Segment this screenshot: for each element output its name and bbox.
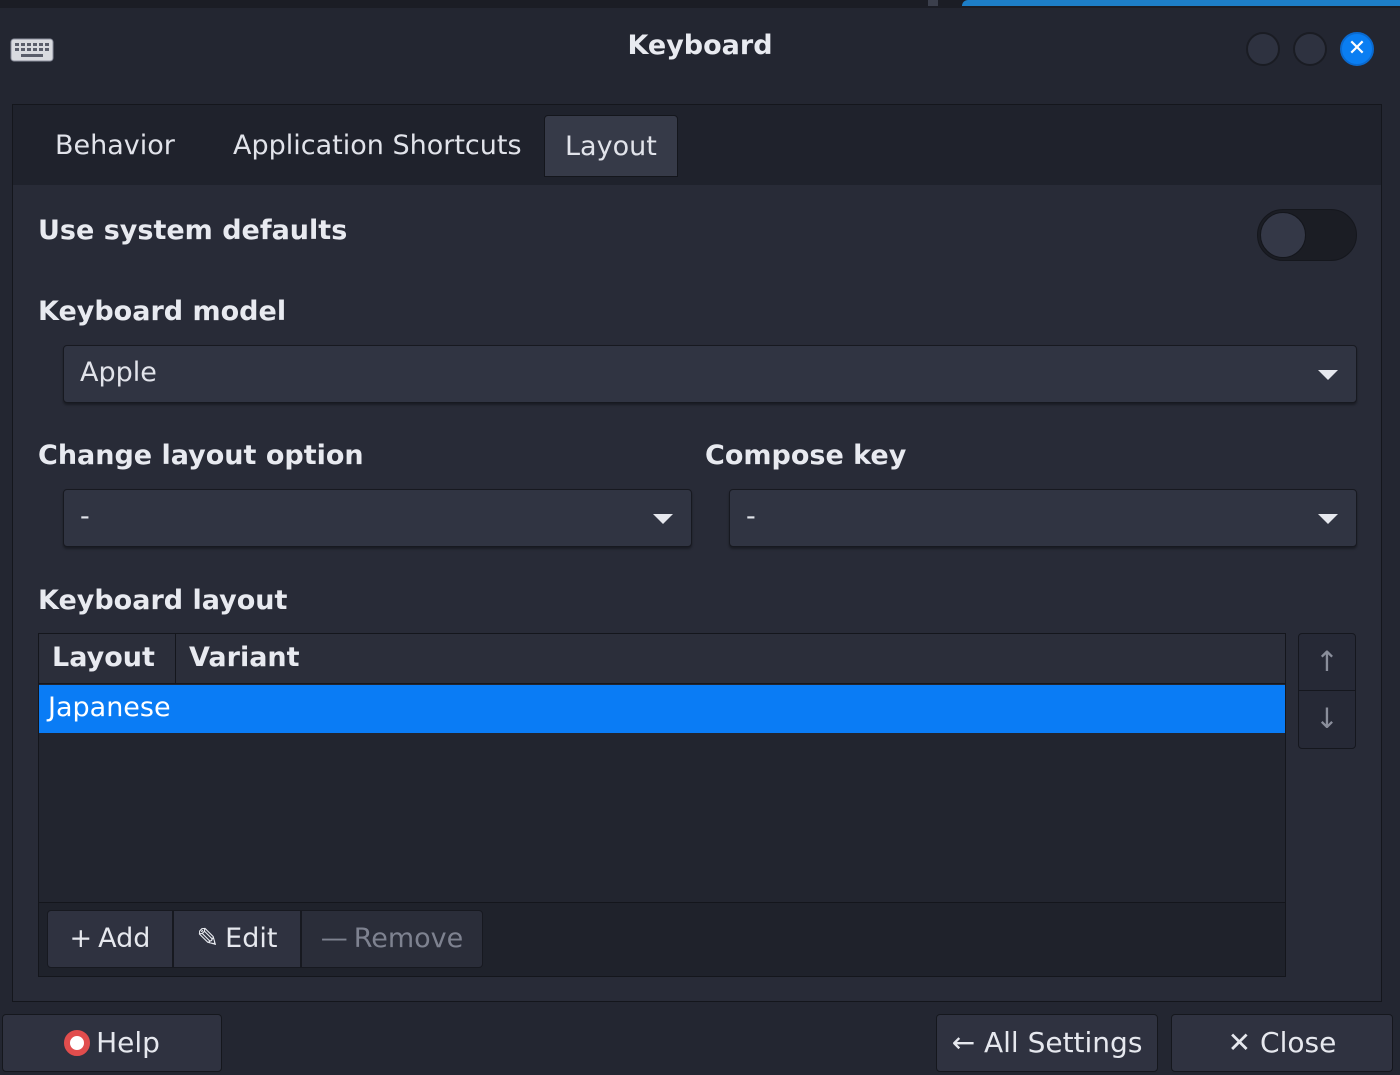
edit-label: Edit [225, 923, 278, 954]
pencil-icon: ✎ [196, 923, 220, 954]
window-close-button[interactable]: ✕ [1340, 32, 1374, 66]
keyboard-layout-list: Layout Variant Japanese + Add ✎ Edit — Remo… [38, 633, 1286, 977]
help-label: Help [96, 1026, 160, 1059]
settings-notebook: Behavior Application Shortcuts Layout Us… [12, 104, 1382, 1002]
close-button[interactable]: ✕ Close [1171, 1014, 1393, 1072]
window-title: Keyboard [627, 30, 773, 61]
panel-marker [928, 0, 938, 6]
maximize-button[interactable] [1293, 32, 1327, 66]
move-up-button[interactable]: ↑ [1299, 634, 1355, 691]
chevron-down-icon [653, 514, 673, 524]
tab-application-shortcuts[interactable]: Application Shortcuts [213, 115, 542, 177]
arrow-down-icon: ↓ [1315, 702, 1339, 735]
change-layout-option-label: Change layout option [38, 440, 364, 471]
switch-knob [1260, 212, 1306, 258]
compose-key-label: Compose key [705, 440, 907, 471]
minus-icon: — [320, 923, 348, 954]
keyboard-layout-label: Keyboard layout [38, 585, 288, 616]
column-header-layout[interactable]: Layout [52, 634, 155, 682]
column-separator [175, 634, 176, 684]
keyboard-model-label: Keyboard model [38, 296, 287, 327]
lifebuoy-icon [64, 1030, 91, 1056]
keyboard-model-dropdown[interactable]: Apple [63, 345, 1357, 403]
column-header-variant[interactable]: Variant [189, 634, 300, 682]
use-system-defaults-switch[interactable] [1257, 209, 1357, 261]
reorder-buttons: ↑ ↓ [1298, 633, 1356, 749]
close-icon: ✕ [1347, 36, 1367, 61]
top-panel-strip [0, 0, 1400, 8]
list-item[interactable]: Japanese [39, 685, 1285, 733]
arrow-up-icon: ↑ [1315, 645, 1339, 678]
close-label: Close [1260, 1026, 1337, 1059]
remove-layout-button[interactable]: — Remove [301, 910, 483, 968]
arrow-left-icon: ← [951, 1026, 976, 1059]
all-settings-button[interactable]: ← All Settings [936, 1014, 1158, 1072]
keyboard-model-value: Apple [80, 357, 157, 388]
layout-cell: Japanese [48, 692, 171, 723]
layout-page: Use system defaults Keyboard model Apple… [13, 185, 1381, 1001]
move-down-button[interactable]: ↓ [1299, 691, 1355, 748]
title-bar: Keyboard ✕ [0, 8, 1400, 92]
add-layout-button[interactable]: + Add [47, 910, 173, 968]
add-label: Add [98, 923, 151, 954]
list-toolbar: + Add ✎ Edit — Remove [39, 902, 1285, 976]
panel-accent [962, 0, 1400, 6]
compose-key-value: - [746, 501, 756, 532]
keyboard-settings-window: Keyboard ✕ Behavior Application Shortcut… [0, 0, 1400, 1075]
chevron-down-icon [1318, 370, 1338, 380]
chevron-down-icon [1318, 514, 1338, 524]
change-layout-option-dropdown[interactable]: - [63, 489, 692, 547]
close-icon: ✕ [1227, 1026, 1252, 1059]
minimize-button[interactable] [1246, 32, 1280, 66]
plus-icon: + [69, 923, 93, 954]
tab-behavior[interactable]: Behavior [35, 115, 195, 177]
edit-layout-button[interactable]: ✎ Edit [173, 910, 301, 968]
remove-label: Remove [353, 923, 464, 954]
all-settings-label: All Settings [983, 1026, 1143, 1059]
help-button[interactable]: Help [2, 1014, 222, 1072]
tab-strip: Behavior Application Shortcuts Layout [13, 105, 1381, 185]
compose-key-dropdown[interactable]: - [729, 489, 1357, 547]
use-system-defaults-label: Use system defaults [38, 215, 348, 246]
list-header: Layout Variant [39, 634, 1285, 684]
change-layout-option-value: - [80, 501, 90, 532]
tab-layout[interactable]: Layout [544, 115, 678, 177]
